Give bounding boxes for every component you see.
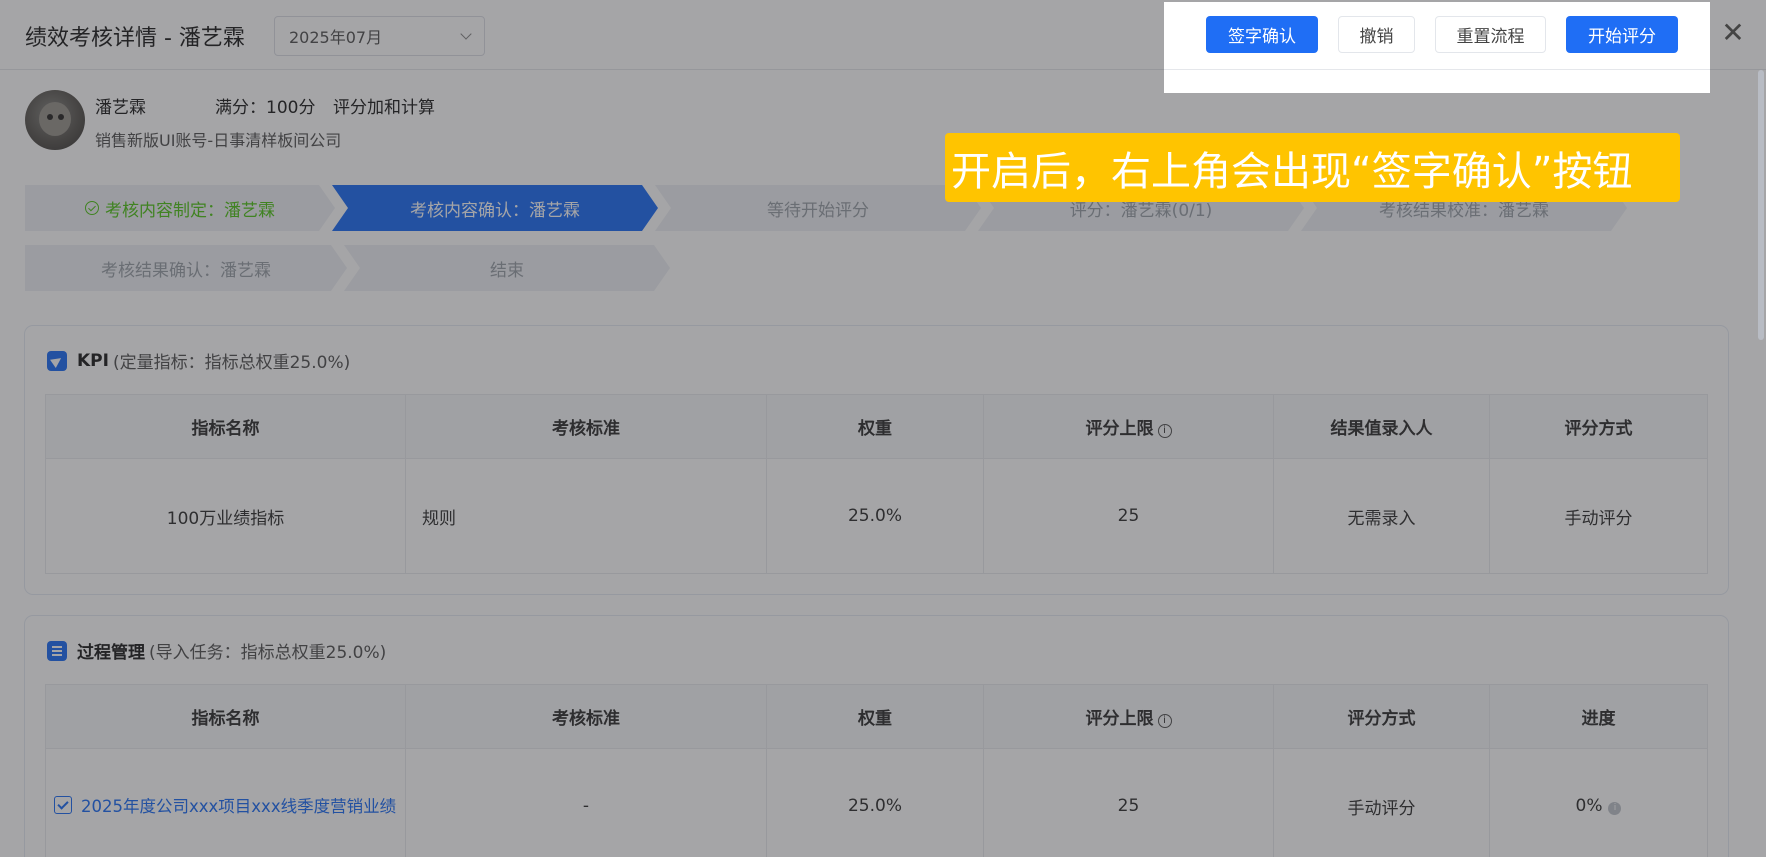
task-limit: 25 bbox=[983, 748, 1274, 857]
column-header: 考核标准 bbox=[405, 684, 767, 749]
step-content-define: 考核内容制定：潘艺霖 bbox=[25, 185, 335, 231]
reset-flow-button[interactable]: 重置流程 bbox=[1435, 16, 1546, 53]
step-wait-scoring: 等待开始评分 bbox=[655, 185, 981, 231]
indicator-limit: 25 bbox=[983, 458, 1274, 574]
task-progress: 0% i bbox=[1489, 748, 1708, 857]
step-result-confirm: 考核结果确认：潘艺霖 bbox=[25, 245, 347, 291]
avatar bbox=[25, 90, 85, 150]
column-header: 指标名称 bbox=[45, 684, 406, 749]
task-name-cell: 2025年度公司xxx项目xxx线季度营销业绩 bbox=[45, 748, 406, 857]
chevron-down-icon bbox=[460, 27, 472, 40]
process-section: 过程管理 (导入任务：指标总权重25.0%) 指标名称 考核标准 权重 评分上限… bbox=[25, 616, 1728, 857]
start-scoring-button[interactable]: 开始评分 bbox=[1566, 16, 1678, 53]
action-toolbar: 签字确认 撤销 重置流程 开始评分 bbox=[1164, 2, 1710, 93]
kpi-subtitle: (定量指标：指标总权重25.0%) bbox=[112, 353, 351, 373]
process-subtitle: (导入任务：指标总权重25.0%) bbox=[149, 643, 387, 663]
step-end: 结束 bbox=[344, 245, 670, 291]
info-icon[interactable]: i bbox=[1157, 714, 1172, 728]
check-circle-icon bbox=[85, 201, 99, 215]
task-checkbox-icon bbox=[54, 796, 72, 814]
column-header: 指标名称 bbox=[45, 394, 406, 459]
close-icon[interactable]: ✕ bbox=[1718, 18, 1748, 48]
info-icon[interactable]: i bbox=[1608, 802, 1622, 815]
column-header: 考核标准 bbox=[405, 394, 767, 459]
month-value: 2025年07月 bbox=[289, 28, 383, 47]
task-standard: - bbox=[405, 748, 767, 857]
process-table: 指标名称 考核标准 权重 评分上限 i 评分方式 进度 2025年度公司xxx项目… bbox=[45, 684, 1708, 857]
revoke-button[interactable]: 撤销 bbox=[1338, 16, 1415, 53]
column-header: 评分方式 bbox=[1489, 394, 1708, 459]
column-header: 结果值录入人 bbox=[1273, 394, 1490, 459]
indicator-method: 手动评分 bbox=[1489, 458, 1708, 574]
page-title: 绩效考核详情 - 潘艺霖 bbox=[25, 26, 245, 51]
process-title: 过程管理 bbox=[77, 643, 145, 663]
month-select[interactable]: 2025年07月 bbox=[274, 16, 485, 56]
indicator-entry: 无需录入 bbox=[1273, 458, 1490, 574]
column-header: 权重 bbox=[766, 394, 984, 459]
scrollbar[interactable] bbox=[1758, 70, 1764, 340]
indicator-standard: 规则 bbox=[405, 458, 767, 574]
kpi-section: KPI (定量指标：指标总权重25.0%) 指标名称 考核标准 权重 评分上限 i… bbox=[25, 326, 1728, 594]
task-weight: 25.0% bbox=[766, 748, 984, 857]
task-method: 手动评分 bbox=[1273, 748, 1490, 857]
kpi-section-header: KPI (定量指标：指标总权重25.0%) bbox=[47, 348, 350, 373]
column-header: 权重 bbox=[766, 684, 984, 749]
table-row: 100万业绩指标 规则 25.0% 25 无需录入 手动评分 bbox=[45, 458, 1708, 574]
company-name: 销售新版UI账号-日事清样板间公司 bbox=[95, 131, 342, 150]
info-icon[interactable]: i bbox=[1157, 424, 1172, 438]
full-score: 满分：100分 bbox=[215, 98, 316, 118]
process-section-header: 过程管理 (导入任务：指标总权重25.0%) bbox=[47, 638, 386, 663]
step-content-confirm: 考核内容确认：潘艺霖 bbox=[332, 185, 658, 231]
column-header: 进度 bbox=[1489, 684, 1708, 749]
indicator-weight: 25.0% bbox=[766, 458, 984, 574]
table-row: 2025年度公司xxx项目xxx线季度营销业绩 - 25.0% 25 手动评分 … bbox=[45, 748, 1708, 857]
annotation-callout: 开启后，右上角会出现“签字确认”按钮 bbox=[945, 133, 1680, 202]
sign-confirm-button[interactable]: 签字确认 bbox=[1206, 16, 1318, 53]
kpi-title: KPI bbox=[77, 350, 109, 371]
send-icon bbox=[47, 350, 67, 371]
employee-name: 潘艺霖 bbox=[95, 98, 146, 118]
table-header-row: 指标名称 考核标准 权重 评分上限 i 结果值录入人 评分方式 bbox=[45, 394, 1708, 459]
column-header: 评分方式 bbox=[1273, 684, 1490, 749]
checklist-icon bbox=[47, 640, 67, 661]
column-header: 评分上限 i bbox=[983, 394, 1274, 459]
kpi-table: 指标名称 考核标准 权重 评分上限 i 结果值录入人 评分方式 100万业绩指标 … bbox=[45, 394, 1708, 574]
indicator-name: 100万业绩指标 bbox=[45, 458, 406, 574]
task-link[interactable]: 2025年度公司xxx项目xxx线季度营销业绩 bbox=[54, 793, 396, 817]
table-header-row: 指标名称 考核标准 权重 评分上限 i 评分方式 进度 bbox=[45, 684, 1708, 749]
score-method: 评分加和计算 bbox=[333, 98, 435, 118]
column-header: 评分上限 i bbox=[983, 684, 1274, 749]
